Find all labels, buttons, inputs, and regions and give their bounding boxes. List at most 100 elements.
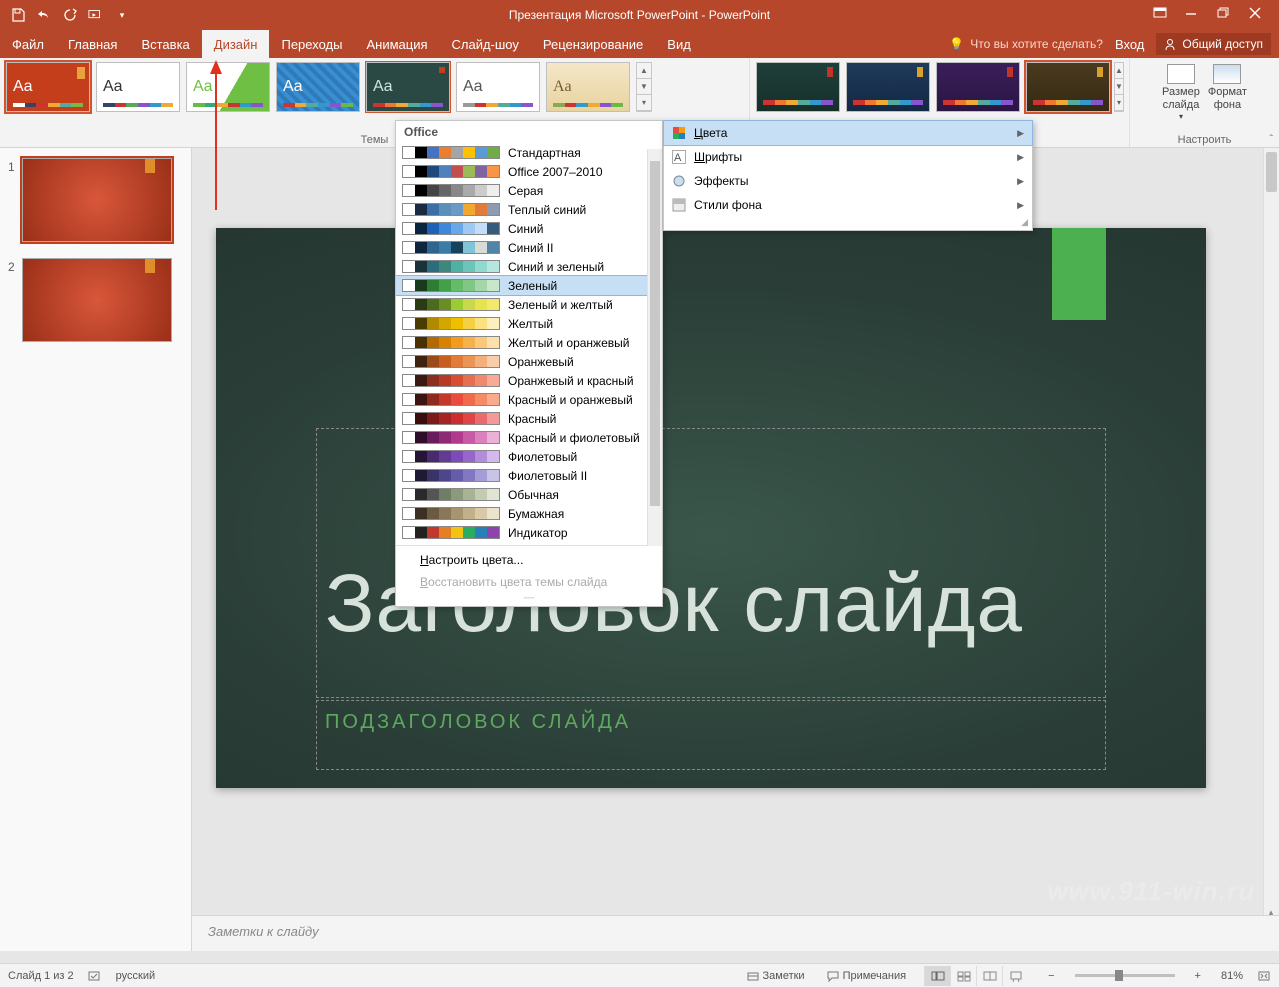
zoom-in-icon[interactable]: + xyxy=(1189,970,1207,982)
slide-thumbnail-pane: 1 2 xyxy=(0,148,192,951)
restore-icon[interactable] xyxy=(1217,7,1233,23)
color-scheme-row[interactable]: Стандартная xyxy=(396,143,662,162)
reset-colors: Восстановить цвета темы слайда xyxy=(396,571,662,593)
collapse-ribbon-icon[interactable]: ˆ xyxy=(1270,134,1273,145)
color-scheme-row[interactable]: Зеленый и желтый xyxy=(396,295,662,314)
start-from-beginning-icon[interactable] xyxy=(88,7,104,23)
theme-thumb[interactable]: Aa xyxy=(456,62,540,112)
colors-submenu: Office СтандартнаяOffice 2007–2010СераяТ… xyxy=(395,120,663,607)
color-scheme-row[interactable]: Оранжевый xyxy=(396,352,662,371)
tab-home[interactable]: Главная xyxy=(56,30,129,58)
window-title: Презентация Microsoft PowerPoint - Power… xyxy=(0,8,1279,22)
redo-icon[interactable] xyxy=(62,7,78,23)
variants-gallery-spinner[interactable]: ▲▼▾ xyxy=(1114,62,1124,112)
color-scheme-row[interactable]: Красный и оранжевый xyxy=(396,390,662,409)
color-scheme-row[interactable]: Желтый и оранжевый xyxy=(396,333,662,352)
color-scheme-row[interactable]: Индикатор xyxy=(396,523,662,542)
theme-thumb[interactable]: Aa xyxy=(6,62,90,112)
bg-styles-icon xyxy=(672,198,686,212)
zoom-slider[interactable] xyxy=(1075,974,1175,977)
language-indicator[interactable]: русский xyxy=(116,970,155,982)
normal-view-icon[interactable] xyxy=(924,966,950,986)
undo-icon[interactable] xyxy=(36,7,52,23)
tab-file[interactable]: Файл xyxy=(0,30,56,58)
window-controls xyxy=(1139,7,1279,23)
fit-to-window-icon[interactable] xyxy=(1257,970,1271,982)
slide-thumbnail[interactable] xyxy=(22,158,172,242)
slide-counter[interactable]: Слайд 1 из 2 xyxy=(8,970,74,982)
menu-resize-grip[interactable]: ◢ xyxy=(664,217,1032,230)
color-scheme-row[interactable]: Синий xyxy=(396,219,662,238)
slide-number: 1 xyxy=(8,158,22,242)
slide-canvas[interactable]: Заголовок слайда ПОДЗАГОЛОВОК СЛАЙДА xyxy=(216,228,1206,788)
svg-text:A: A xyxy=(674,152,682,164)
theme-thumb[interactable]: Aa xyxy=(186,62,270,112)
minimize-icon[interactable] xyxy=(1185,7,1201,23)
reading-view-icon[interactable] xyxy=(976,966,1002,986)
color-scheme-row[interactable]: Теплый синий xyxy=(396,200,662,219)
slide-editor: Заголовок слайда ПОДЗАГОЛОВОК СЛАЙДА ▴≡▾… xyxy=(192,148,1279,951)
share-button[interactable]: Общий доступ xyxy=(1156,33,1271,55)
menu-colors[interactable]: Цвета ▶ xyxy=(664,121,1032,145)
sorter-view-icon[interactable] xyxy=(950,966,976,986)
variant-thumb[interactable] xyxy=(936,62,1020,112)
slide-size-icon xyxy=(1167,64,1195,84)
theme-thumb[interactable]: Aa xyxy=(546,62,630,112)
color-scheme-row[interactable]: Синий II xyxy=(396,238,662,257)
variant-thumb[interactable] xyxy=(846,62,930,112)
format-background-button[interactable]: Формат фона xyxy=(1206,62,1249,124)
color-scheme-row[interactable]: Обычная xyxy=(396,485,662,504)
customize-group-label: Настроить xyxy=(1130,134,1279,146)
customize-colors[interactable]: Настроить цвета... xyxy=(396,549,662,571)
color-scheme-row[interactable]: Красный xyxy=(396,409,662,428)
ribbon-display-icon[interactable] xyxy=(1153,7,1169,23)
variant-thumb[interactable] xyxy=(1026,62,1110,112)
editor-scrollbar[interactable] xyxy=(1263,148,1279,951)
color-scheme-row[interactable]: Зеленый xyxy=(396,276,662,295)
slide-size-button[interactable]: Размер слайда ▾ xyxy=(1160,62,1202,124)
login-link[interactable]: Вход xyxy=(1115,37,1144,52)
color-scheme-row[interactable]: Оранжевый и красный xyxy=(396,371,662,390)
theme-thumb[interactable]: Aa xyxy=(276,62,360,112)
zoom-out-icon[interactable]: − xyxy=(1042,970,1060,982)
color-scheme-row[interactable]: Серая xyxy=(396,181,662,200)
slide-thumbnail[interactable] xyxy=(22,258,172,342)
notes-pane[interactable]: Заметки к слайду xyxy=(192,915,1279,951)
format-bg-icon xyxy=(1213,64,1241,84)
tab-transitions[interactable]: Переходы xyxy=(269,30,354,58)
notes-toggle[interactable]: Заметки xyxy=(743,970,809,982)
menu-effects[interactable]: Эффекты ▶ xyxy=(664,169,1032,193)
theme-thumb[interactable]: Aa xyxy=(96,62,180,112)
color-scheme-row[interactable]: Office 2007–2010 xyxy=(396,162,662,181)
variant-thumb[interactable] xyxy=(756,62,840,112)
spellcheck-icon[interactable] xyxy=(88,970,102,982)
color-scheme-row[interactable]: Синий и зеленый xyxy=(396,257,662,276)
tab-design[interactable]: Дизайн xyxy=(202,30,270,58)
zoom-level[interactable]: 81% xyxy=(1221,970,1243,982)
tab-insert[interactable]: Вставка xyxy=(129,30,201,58)
color-scheme-row[interactable]: Фиолетовый II xyxy=(396,466,662,485)
watermark: www.911-win.ru xyxy=(1047,876,1255,907)
qat-more-icon[interactable]: ▾ xyxy=(114,7,130,23)
menu-bg-styles[interactable]: Стили фона ▶ xyxy=(664,193,1032,217)
color-scheme-row[interactable]: Бумажная xyxy=(396,504,662,523)
tell-me-search[interactable]: 💡 Что вы хотите сделать? xyxy=(949,37,1103,51)
save-icon[interactable] xyxy=(10,7,26,23)
tab-slideshow[interactable]: Слайд-шоу xyxy=(440,30,531,58)
tab-view[interactable]: Вид xyxy=(655,30,703,58)
variants-dropdown: Цвета ▶ A Шрифты ▶ Эффекты ▶ Стили фона … xyxy=(663,120,1033,231)
themes-gallery-spinner[interactable]: ▲▼▾ xyxy=(636,62,652,112)
color-scheme-row[interactable]: Фиолетовый xyxy=(396,447,662,466)
color-scheme-row[interactable]: Желтый xyxy=(396,314,662,333)
customize-group: Размер слайда ▾ Формат фона Настроить xyxy=(1129,58,1279,147)
menu-fonts[interactable]: A Шрифты ▶ xyxy=(664,145,1032,169)
tab-review[interactable]: Рецензирование xyxy=(531,30,655,58)
comments-toggle[interactable]: Примечания xyxy=(823,970,911,982)
colors-scrollbar[interactable] xyxy=(647,149,662,546)
theme-thumb[interactable]: Aa xyxy=(366,62,450,112)
color-scheme-row[interactable]: Красный и фиолетовый xyxy=(396,428,662,447)
tab-animation[interactable]: Анимация xyxy=(354,30,439,58)
close-icon[interactable] xyxy=(1249,7,1265,23)
subtitle-placeholder[interactable]: ПОДЗАГОЛОВОК СЛАЙДА xyxy=(316,700,1106,770)
slideshow-view-icon[interactable] xyxy=(1002,966,1028,986)
